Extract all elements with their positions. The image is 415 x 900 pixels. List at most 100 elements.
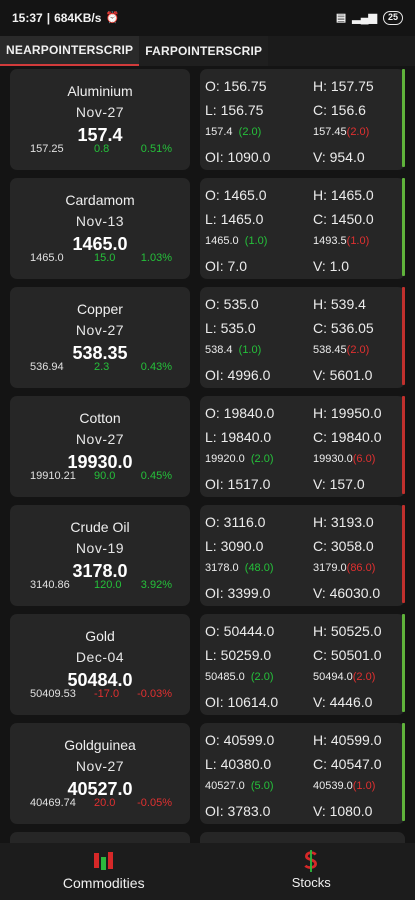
bid-price: 40527.0: [205, 780, 245, 792]
tab-bar: NEARPOINTERSCRIP FARPOINTERSCRIP: [0, 36, 415, 66]
bid-price: 19920.0: [205, 453, 245, 465]
open-value: O: 156.75: [205, 78, 267, 94]
open-interest: OI: 3399.0: [205, 585, 271, 601]
bid-price: 1465.0: [205, 235, 239, 247]
prev-close: 50409.53: [30, 688, 76, 700]
price-change: -17.0: [94, 688, 120, 700]
nav-stocks-label: Stocks: [291, 875, 331, 890]
trend-indicator-bar: [402, 287, 405, 385]
trend-indicator-bar: [402, 614, 405, 712]
ask-qty: (1.0): [346, 235, 370, 247]
bid-price: 50485.0: [205, 671, 245, 683]
bid-qty: (5.0): [250, 780, 274, 792]
ask-price: 19930.0: [313, 453, 353, 465]
percent-change: 3.92%: [140, 579, 172, 591]
ask-price: 3179.0: [313, 562, 347, 574]
prev-close: 3140.86: [30, 579, 70, 591]
close-value: C: 50501.0: [313, 647, 382, 663]
price-change: 2.3: [94, 361, 110, 373]
high-value: H: 1465.0: [313, 187, 374, 203]
commodity-detail-card[interactable]: O: 3116.0 H: 3193.0 L: 3090.0 C: 3058.0 3178…: [200, 505, 405, 606]
high-value: H: 40599.0: [313, 732, 382, 748]
ask-price: 50494.0: [313, 671, 353, 683]
commodity-row[interactable]: Gold Dec-04 50484.0 50409.53 -17.0 -0.03% O: 5…: [0, 611, 415, 715]
commodity-row[interactable]: Cotton Nov-27 19930.0 19910.21 90.0 0.45% O: 1…: [0, 393, 415, 497]
commodity-list[interactable]: Aluminium Nov-27 157.4 157.25 0.8 0.51% O: 156…: [0, 66, 415, 843]
commodity-summary-card[interactable]: Copper Nov-27 538.35 536.94 2.3 0.43%: [10, 287, 190, 388]
open-interest: OI: 1517.0: [205, 476, 271, 492]
commodity-row[interactable]: Cardamom Nov-13 1465.0 1465.0 15.0 1.03% O: 14…: [0, 175, 415, 279]
nav-stocks[interactable]: Stocks: [208, 843, 415, 900]
commodity-name: Gold: [85, 628, 115, 644]
prev-close: 536.94: [30, 361, 64, 373]
open-value: O: 50444.0: [205, 623, 275, 639]
trend-indicator-bar: [402, 505, 405, 603]
close-value: C: 1450.0: [313, 211, 374, 227]
expiry-date: Nov-27: [75, 431, 125, 447]
price-change: 20.0: [94, 797, 116, 809]
tab-nearpointerscrip[interactable]: NEARPOINTERSCRIP: [0, 36, 140, 66]
high-value: H: 157.75: [313, 78, 374, 94]
nav-commodities-label: Commodities: [62, 875, 145, 891]
percent-change: -0.05%: [137, 797, 172, 809]
commodity-summary-card[interactable]: Gold Dec-04 50484.0 50409.53 -17.0 -0.03%: [10, 614, 190, 715]
commodity-summary-card[interactable]: Crude Oil Nov-19 3178.0 3140.86 120.0 3.92%: [10, 505, 190, 606]
commodity-summary-card[interactable]: Cardamom Nov-13 1465.0 1465.0 15.0 1.03%: [10, 178, 190, 279]
signal-icon: ▂▄▆: [352, 11, 377, 24]
open-interest: OI: 4996.0: [205, 367, 271, 383]
bid-qty: (48.0): [244, 562, 274, 574]
commodity-name: Cotton: [79, 410, 121, 426]
close-value: C: 536.05: [313, 320, 374, 336]
trend-indicator-bar: [402, 69, 405, 167]
trend-indicator-bar: [402, 396, 405, 494]
percent-change: 0.45%: [140, 470, 172, 482]
battery-indicator: 25: [382, 11, 403, 25]
commodity-name: Copper: [77, 301, 123, 317]
prev-close: 19910.21: [30, 470, 76, 482]
open-value: O: 1465.0: [205, 187, 267, 203]
volume: V: 4446.0: [313, 694, 373, 710]
ask-qty: (2.0): [346, 126, 370, 138]
commodity-summary-card[interactable]: Goldguinea Nov-27 40527.0 40469.74 20.0 -0.05…: [10, 723, 190, 824]
percent-change: -0.03%: [137, 688, 172, 700]
commodity-detail-card[interactable]: O: 156.75 H: 157.75 L: 156.75 C: 156.6 157.4…: [200, 69, 405, 170]
tab-farpointerscrip[interactable]: FARPOINTERSCRIP: [139, 36, 269, 66]
commodity-row[interactable]: Copper Nov-27 538.35 536.94 2.3 0.43% O: 535.0…: [0, 284, 415, 388]
commodity-row[interactable]: Aluminium Nov-27 157.4 157.25 0.8 0.51% O: 156…: [0, 66, 415, 170]
low-value: L: 19840.0: [205, 429, 272, 445]
open-interest: OI: 1090.0: [205, 149, 271, 165]
commodity-detail-card[interactable]: O: 40599.0 H: 40599.0 L: 40380.0 C: 40547.0…: [200, 723, 405, 824]
close-value: C: 3058.0: [313, 538, 374, 554]
commodity-detail-card[interactable]: O: 535.0 H: 539.4 L: 535.0 C: 536.05 538.4 (…: [200, 287, 405, 388]
volume: V: 954.0: [313, 149, 365, 165]
bid-qty: (1.0): [238, 344, 262, 356]
volume: V: 157.0: [313, 476, 365, 492]
ask-qty: (1.0): [352, 780, 376, 792]
low-value: L: 40380.0: [205, 756, 272, 772]
high-value: H: 19950.0: [313, 405, 382, 421]
expiry-date: Nov-27: [75, 322, 125, 338]
expiry-date: Nov-13: [75, 213, 125, 229]
close-value: C: 156.6: [313, 102, 366, 118]
ask-qty: (2.0): [346, 344, 370, 356]
commodity-summary-card[interactable]: Aluminium Nov-27 157.4 157.25 0.8 0.51%: [10, 69, 190, 170]
commodity-detail-card[interactable]: O: 50444.0 H: 50525.0 L: 50259.0 C: 50501.0…: [200, 614, 405, 715]
bid-price: 3178.0: [205, 562, 239, 574]
commodity-detail-card[interactable]: O: 19840.0 H: 19950.0 L: 19840.0 C: 19840.0…: [200, 396, 405, 497]
red-green-bars-icon: [93, 852, 113, 870]
bottom-nav: Commodities Stocks: [0, 843, 415, 900]
commodity-row[interactable]: Crude Oil Nov-19 3178.0 3140.86 120.0 3.92% O:…: [0, 502, 415, 606]
low-value: L: 3090.0: [205, 538, 264, 554]
nav-commodities[interactable]: Commodities: [0, 843, 208, 900]
expiry-date: Nov-27: [75, 758, 125, 774]
commodity-summary-card[interactable]: Cotton Nov-27 19930.0 19910.21 90.0 0.45%: [10, 396, 190, 497]
commodity-row[interactable]: Goldguinea Nov-27 40527.0 40469.74 20.0 -0.05…: [0, 720, 415, 824]
expiry-date: Nov-19: [75, 540, 125, 556]
status-time: 15:37: [12, 11, 43, 25]
prev-close: 1465.0: [30, 252, 64, 264]
open-interest: OI: 7.0: [205, 258, 248, 274]
bid-qty: (1.0): [244, 235, 268, 247]
high-value: H: 50525.0: [313, 623, 382, 639]
commodity-detail-card[interactable]: O: 1465.0 H: 1465.0 L: 1465.0 C: 1450.0 1465…: [200, 178, 405, 279]
close-value: C: 19840.0: [313, 429, 382, 445]
